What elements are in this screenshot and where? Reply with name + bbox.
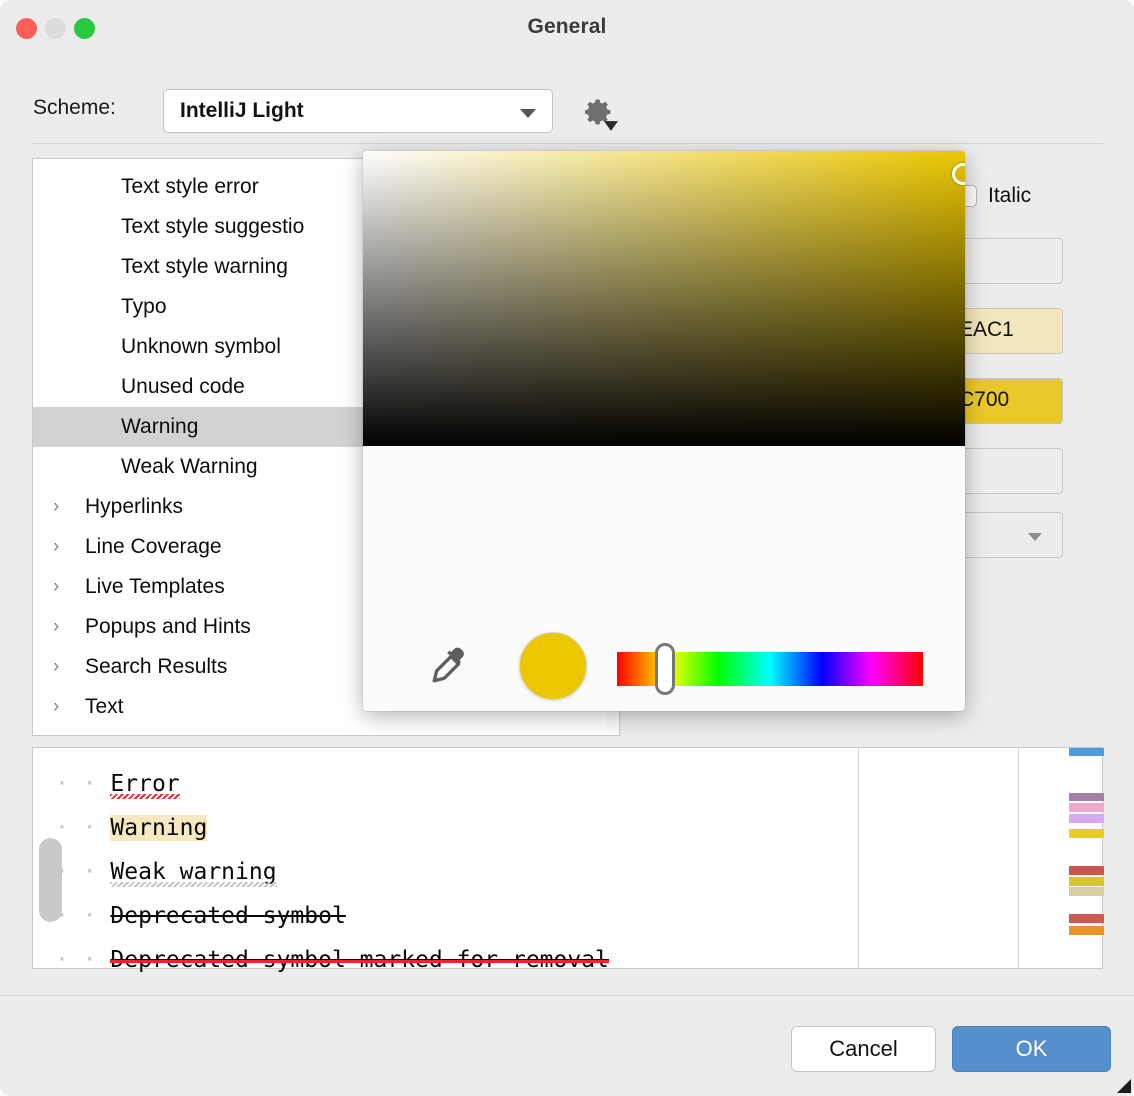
tree-item-label: Warning bbox=[121, 415, 199, 438]
error-stripe-marker[interactable] bbox=[1069, 887, 1104, 896]
preview-scrollbar-thumb[interactable] bbox=[39, 838, 62, 922]
error-stripe-marker[interactable] bbox=[1069, 829, 1104, 838]
tree-item-label: Text bbox=[85, 695, 124, 718]
chevron-right-icon[interactable]: › bbox=[53, 647, 59, 687]
header-divider bbox=[31, 143, 1103, 144]
color-picker-popup[interactable]: R G B Hex 235 199 0 EBC700 bbox=[363, 151, 965, 711]
saturation-value-cursor[interactable] bbox=[952, 163, 965, 185]
color-value-inputs: R G B Hex 235 199 0 EBC700 bbox=[363, 593, 965, 711]
preview-divider-1 bbox=[858, 748, 859, 968]
preview-deprecated-text: Deprecated symbol bbox=[110, 903, 346, 929]
chevron-down-icon bbox=[1028, 533, 1042, 541]
preview-warning-text: Warning bbox=[110, 815, 208, 841]
scheme-label: Scheme: bbox=[33, 96, 116, 119]
title-bar: General bbox=[0, 0, 1134, 57]
tree-item-label: Text style warning bbox=[121, 255, 288, 278]
tree-item-label: Line Coverage bbox=[85, 535, 222, 558]
gutter-dots: · · bbox=[55, 947, 97, 973]
error-stripe-marker[interactable] bbox=[1069, 926, 1104, 935]
scheme-select-value: IntelliJ Light bbox=[180, 99, 304, 122]
tree-item-label: Unknown symbol bbox=[121, 335, 281, 358]
footer-divider bbox=[0, 995, 1134, 996]
preview-line-deprecated: · · Deprecated symbol bbox=[55, 894, 609, 938]
scheme-select[interactable]: IntelliJ Light bbox=[163, 89, 553, 133]
tree-item-label: Text style error bbox=[121, 175, 259, 198]
tree-item-label: Typo bbox=[121, 295, 167, 318]
error-stripe-marker[interactable] bbox=[1069, 748, 1104, 756]
error-stripe-marker[interactable] bbox=[1069, 814, 1104, 823]
cancel-button[interactable]: Cancel bbox=[791, 1026, 936, 1072]
preview-pane[interactable]: · · Error · · Warning · · Weak warning ·… bbox=[32, 747, 1104, 973]
foreground-color-field[interactable] bbox=[955, 238, 1063, 284]
gear-icon[interactable] bbox=[580, 94, 618, 131]
preview-code: · · Error · · Warning · · Weak warning ·… bbox=[55, 762, 609, 982]
dialog-footer: Cancel OK bbox=[0, 995, 1134, 1096]
preview-line-weak-warning: · · Weak warning bbox=[55, 850, 609, 894]
ok-button[interactable]: OK bbox=[952, 1026, 1111, 1072]
chevron-right-icon[interactable]: › bbox=[53, 487, 59, 527]
tree-item-label: Hyperlinks bbox=[85, 495, 184, 518]
effects-type-select[interactable] bbox=[955, 512, 1063, 558]
tree-item-label: Popups and Hints bbox=[85, 615, 251, 638]
gutter-dots: · · bbox=[55, 815, 97, 841]
saturation-value-area[interactable] bbox=[363, 151, 965, 446]
chevron-right-icon[interactable]: › bbox=[53, 687, 59, 727]
preview-error-text: Error bbox=[110, 771, 180, 797]
error-stripe-marker[interactable] bbox=[1069, 914, 1104, 923]
italic-checkbox-label: Italic bbox=[988, 184, 1032, 207]
settings-body: Text style error Text style suggestio Te… bbox=[0, 150, 1134, 995]
gutter-dots: · · bbox=[55, 771, 97, 797]
error-stripe-marker[interactable] bbox=[1069, 866, 1104, 875]
effects-color-field[interactable] bbox=[955, 448, 1063, 494]
background-color-field[interactable]: EAC1 bbox=[955, 308, 1063, 354]
background-color-value: EAC1 bbox=[959, 318, 1014, 341]
scheme-row: Scheme: IntelliJ Light bbox=[0, 80, 1134, 142]
tree-item-label: Search Results bbox=[85, 655, 228, 678]
preview-deprecated-removal-text: Deprecated symbol marked for removal bbox=[110, 947, 609, 973]
chevron-down-icon bbox=[520, 109, 536, 118]
window-title: General bbox=[527, 15, 607, 38]
error-stripe-markers[interactable] bbox=[1069, 748, 1104, 968]
italic-checkbox-row[interactable]: Italic bbox=[955, 184, 1031, 208]
error-stripe-marker[interactable] bbox=[1069, 793, 1104, 801]
color-picker-controls bbox=[363, 446, 965, 700]
resize-grip-icon[interactable] bbox=[1115, 1077, 1131, 1093]
tree-item-label: Weak Warning bbox=[121, 455, 258, 478]
error-stripe-color-value: C700 bbox=[959, 388, 1010, 411]
preview-line-deprecated-removal: · · Deprecated symbol marked for removal bbox=[55, 938, 609, 982]
preferences-window: General Scheme: IntelliJ Light Text styl… bbox=[0, 0, 1134, 1096]
tree-item-label: Unused code bbox=[121, 375, 245, 398]
error-stripe-marker[interactable] bbox=[1069, 877, 1104, 886]
chevron-right-icon[interactable]: › bbox=[53, 527, 59, 567]
chevron-right-icon[interactable]: › bbox=[53, 607, 59, 647]
tree-item-label: Live Templates bbox=[85, 575, 225, 598]
preview-line-warning: · · Warning bbox=[55, 806, 609, 850]
error-stripe-color-field[interactable]: C700 bbox=[955, 378, 1063, 424]
preview-divider-2 bbox=[1018, 748, 1019, 968]
chevron-right-icon[interactable]: › bbox=[53, 567, 59, 607]
preview-weak-warning-text: Weak warning bbox=[110, 859, 277, 885]
error-stripe-marker[interactable] bbox=[1069, 803, 1104, 812]
preview-line-error: · · Error bbox=[55, 762, 609, 806]
tree-item-label: Text style suggestio bbox=[121, 215, 305, 238]
